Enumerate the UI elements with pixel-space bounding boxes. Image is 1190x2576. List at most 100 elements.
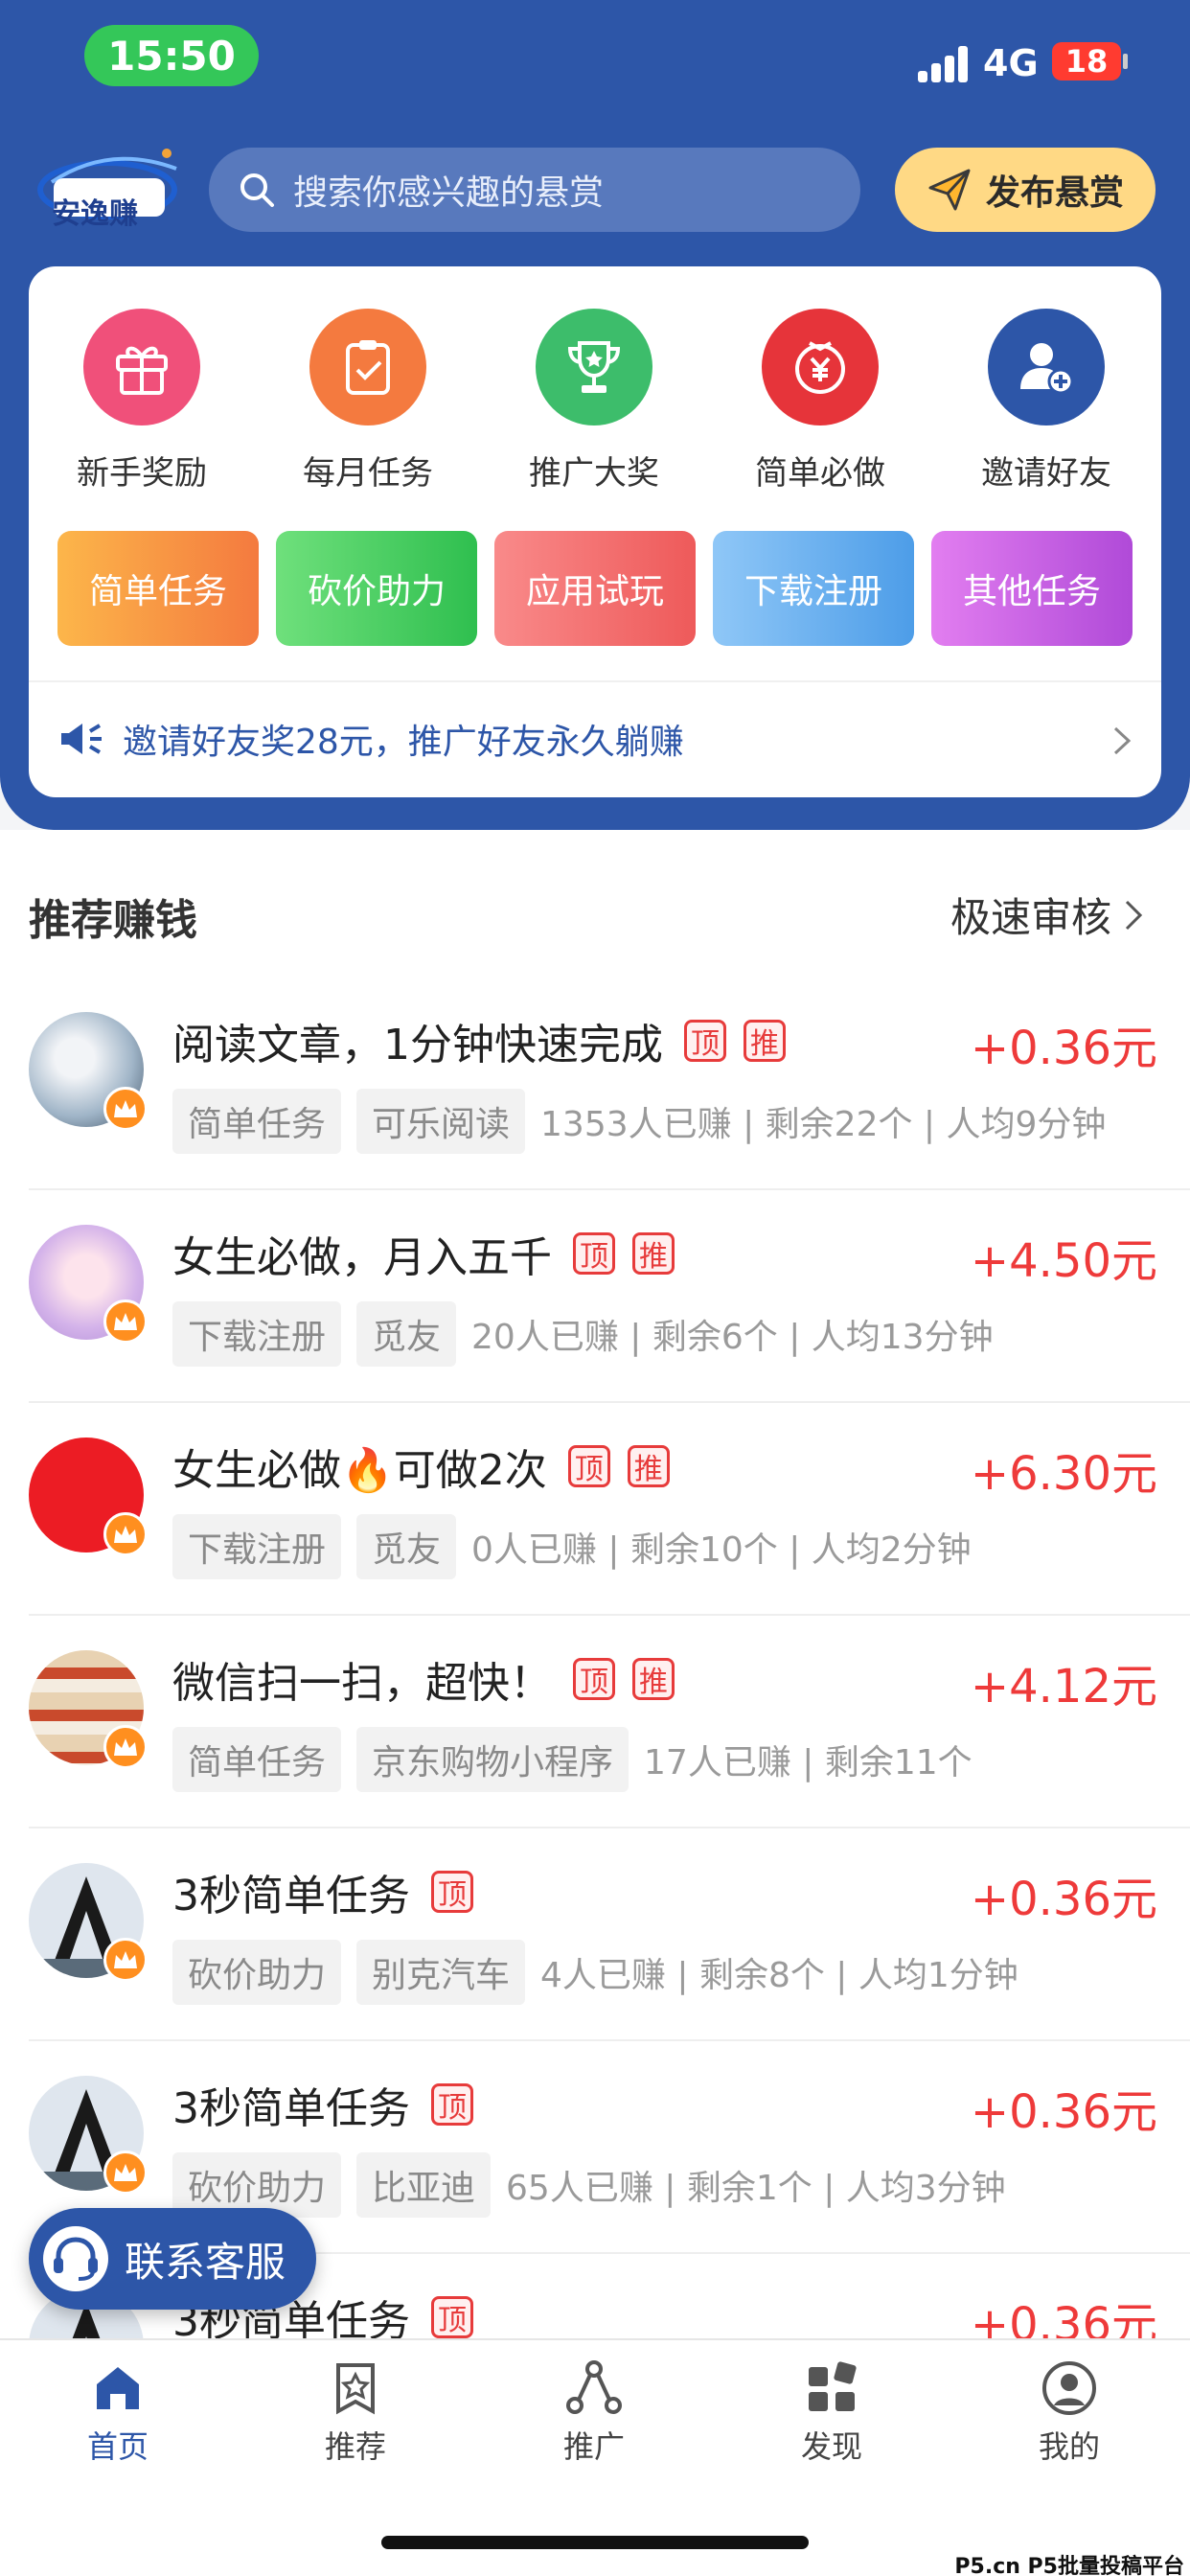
task-reward: +4.12元 <box>970 1660 1157 1714</box>
task-stats: 1353人已赚 | 剩余22个 | 人均9分钟 <box>540 1105 1107 1144</box>
tab-label: 推荐 <box>324 2428 386 2465</box>
home-icon <box>97 2367 139 2409</box>
feature-monthly-task[interactable]: 每月任务 <box>272 309 464 494</box>
top-badge: 顶 <box>567 1445 610 1487</box>
task-title: 3秒简单任务 <box>172 1872 410 1920</box>
tab-home[interactable]: 首页 <box>22 2359 214 2467</box>
clipboard-check-icon <box>309 309 426 426</box>
search-input[interactable]: 搜索你感兴趣的悬赏 <box>209 148 860 232</box>
crown-icon <box>103 1725 148 1769</box>
task-title: 微信扫一扫，超快！ <box>172 1659 552 1708</box>
category-app-trial[interactable]: 应用试玩 <box>494 531 696 646</box>
tab-label: 发现 <box>800 2428 862 2465</box>
recommend-badge: 推 <box>744 1020 786 1062</box>
chevron-right-icon <box>1125 900 1143 930</box>
task-item[interactable]: 3秒简单任务顶 +0.36元 砍价助力 别克汽车 4人已赚 | 剩余8个 | 人… <box>0 1828 1190 2041</box>
search-icon <box>240 173 274 207</box>
task-stats: 20人已赚 | 剩余6个 | 人均13分钟 <box>471 1318 994 1357</box>
trophy-icon <box>536 309 652 426</box>
task-tag: 砍价助力 <box>172 1940 342 2005</box>
task-tag: 比亚迪 <box>356 2152 492 2218</box>
feature-simple-must-do[interactable]: 简单必做 <box>724 309 916 494</box>
task-tag: 觅友 <box>356 1514 457 1579</box>
battery-icon: 18 <box>1052 42 1121 80</box>
fast-review-link[interactable]: 极速审核 <box>950 886 1144 944</box>
top-badge: 顶 <box>573 1232 615 1275</box>
feature-label: 推广大奖 <box>529 454 659 493</box>
task-stats: 0人已赚 | 剩余10个 | 人均2分钟 <box>471 1530 972 1570</box>
feature-label: 简单必做 <box>755 454 885 493</box>
task-tag: 简单任务 <box>172 1089 342 1154</box>
feature-card: 新手奖励 每月任务 推广大奖 简单必做 邀请好友 简单任务 砍价助力 应用试玩 … <box>29 266 1161 797</box>
task-title: 女生必做🔥可做2次 <box>172 1446 547 1495</box>
task-item[interactable]: 微信扫一扫，超快！ 顶推 +4.12元 简单任务 京东购物小程序 17人已赚 | … <box>0 1616 1190 1828</box>
star-tag-icon <box>336 2363 375 2415</box>
crown-icon <box>103 1512 148 1556</box>
category-simple-task[interactable]: 简单任务 <box>57 531 259 646</box>
publish-reward-button[interactable]: 发布悬赏 <box>895 148 1156 232</box>
feature-label: 每月任务 <box>303 454 433 493</box>
category-other-task[interactable]: 其他任务 <box>931 531 1133 646</box>
notice-text: 邀请好友奖28元，推广好友永久躺赚 <box>123 723 684 762</box>
task-reward: +0.36元 <box>970 1022 1157 1075</box>
tab-discover[interactable]: 发现 <box>736 2359 927 2467</box>
feature-newbie-reward[interactable]: 新手奖励 <box>46 309 238 494</box>
home-indicator <box>381 2536 809 2549</box>
crown-icon <box>103 1938 148 1982</box>
tab-mine[interactable]: 我的 <box>973 2359 1165 2467</box>
feature-promotion-prize[interactable]: 推广大奖 <box>498 309 690 494</box>
tab-label: 推广 <box>562 2428 625 2465</box>
status-time: 15:50 <box>84 25 259 86</box>
status-bar: 15:50 4G 18 <box>0 0 1190 125</box>
headset-icon <box>43 2226 108 2291</box>
category-bargain-help[interactable]: 砍价助力 <box>276 531 477 646</box>
task-reward: +6.30元 <box>970 1447 1157 1501</box>
share-icon <box>566 2360 622 2414</box>
search-placeholder: 搜索你感兴趣的悬赏 <box>293 173 605 213</box>
task-title: 女生必做，月入五千 <box>172 1233 552 1282</box>
task-title: 3秒简单任务 <box>172 2084 410 2133</box>
notice-bar[interactable]: 邀请好友奖28元，推广好友永久躺赚 <box>29 680 1161 795</box>
profile-icon <box>1042 2361 1096 2415</box>
task-item[interactable]: 阅读文章，1分钟快速完成顶推 +0.36元 简单任务 可乐阅读 1353人已赚 … <box>0 978 1190 1190</box>
task-item[interactable]: 女生必做🔥可做2次顶推 +6.30元 下载注册 觅友 0人已赚 | 剩余10个 … <box>0 1403 1190 1616</box>
task-item[interactable]: 女生必做，月入五千顶推 +4.50元 下载注册 觅友 20人已赚 | 剩余6个 … <box>0 1190 1190 1403</box>
grid-icon <box>809 2361 857 2411</box>
gift-icon <box>83 309 200 426</box>
top-badge: 顶 <box>431 1871 473 1913</box>
task-tag: 可乐阅读 <box>356 1089 526 1154</box>
recommend-badge: 推 <box>632 1658 675 1700</box>
task-tag: 下载注册 <box>172 1301 342 1367</box>
recommend-badge: 推 <box>632 1232 675 1275</box>
task-tag: 下载注册 <box>172 1514 342 1579</box>
feature-invite-friends[interactable]: 邀请好友 <box>950 309 1142 494</box>
feature-label: 新手奖励 <box>77 454 207 493</box>
crown-icon <box>103 1087 148 1131</box>
top-badge: 顶 <box>684 1020 726 1062</box>
task-tag: 觅友 <box>356 1301 457 1367</box>
task-tag: 简单任务 <box>172 1727 342 1792</box>
task-reward: +0.36元 <box>970 2085 1157 2139</box>
watermark: P5.cn P5批量投稿平台 <box>954 2555 1184 2576</box>
task-stats: 65人已赚 | 剩余1个 | 人均3分钟 <box>506 2169 1006 2208</box>
paper-plane-icon <box>928 169 971 211</box>
task-tag: 京东购物小程序 <box>356 1727 629 1792</box>
tab-label: 首页 <box>86 2428 149 2465</box>
tab-promote[interactable]: 推广 <box>498 2359 690 2467</box>
tab-recommend[interactable]: 推荐 <box>260 2359 451 2467</box>
publish-label: 发布悬赏 <box>985 173 1124 213</box>
tab-label: 我的 <box>1038 2428 1100 2465</box>
section-title: 推荐赚钱 <box>29 896 197 945</box>
customer-service-button[interactable]: 联系客服 <box>29 2208 316 2310</box>
crown-icon <box>103 2150 148 2195</box>
crown-icon <box>103 1300 148 1344</box>
top-badge: 顶 <box>431 2083 473 2126</box>
category-download-register[interactable]: 下载注册 <box>713 531 914 646</box>
megaphone-icon <box>61 724 102 754</box>
chevron-right-icon <box>1113 726 1132 755</box>
task-stats: 4人已赚 | 剩余8个 | 人均1分钟 <box>540 1956 1018 1995</box>
task-reward: +4.50元 <box>970 1234 1157 1288</box>
task-tag: 别克汽车 <box>356 1940 526 2005</box>
add-user-icon <box>988 309 1105 426</box>
task-stats: 17人已赚 | 剩余11个 <box>644 1743 973 1782</box>
